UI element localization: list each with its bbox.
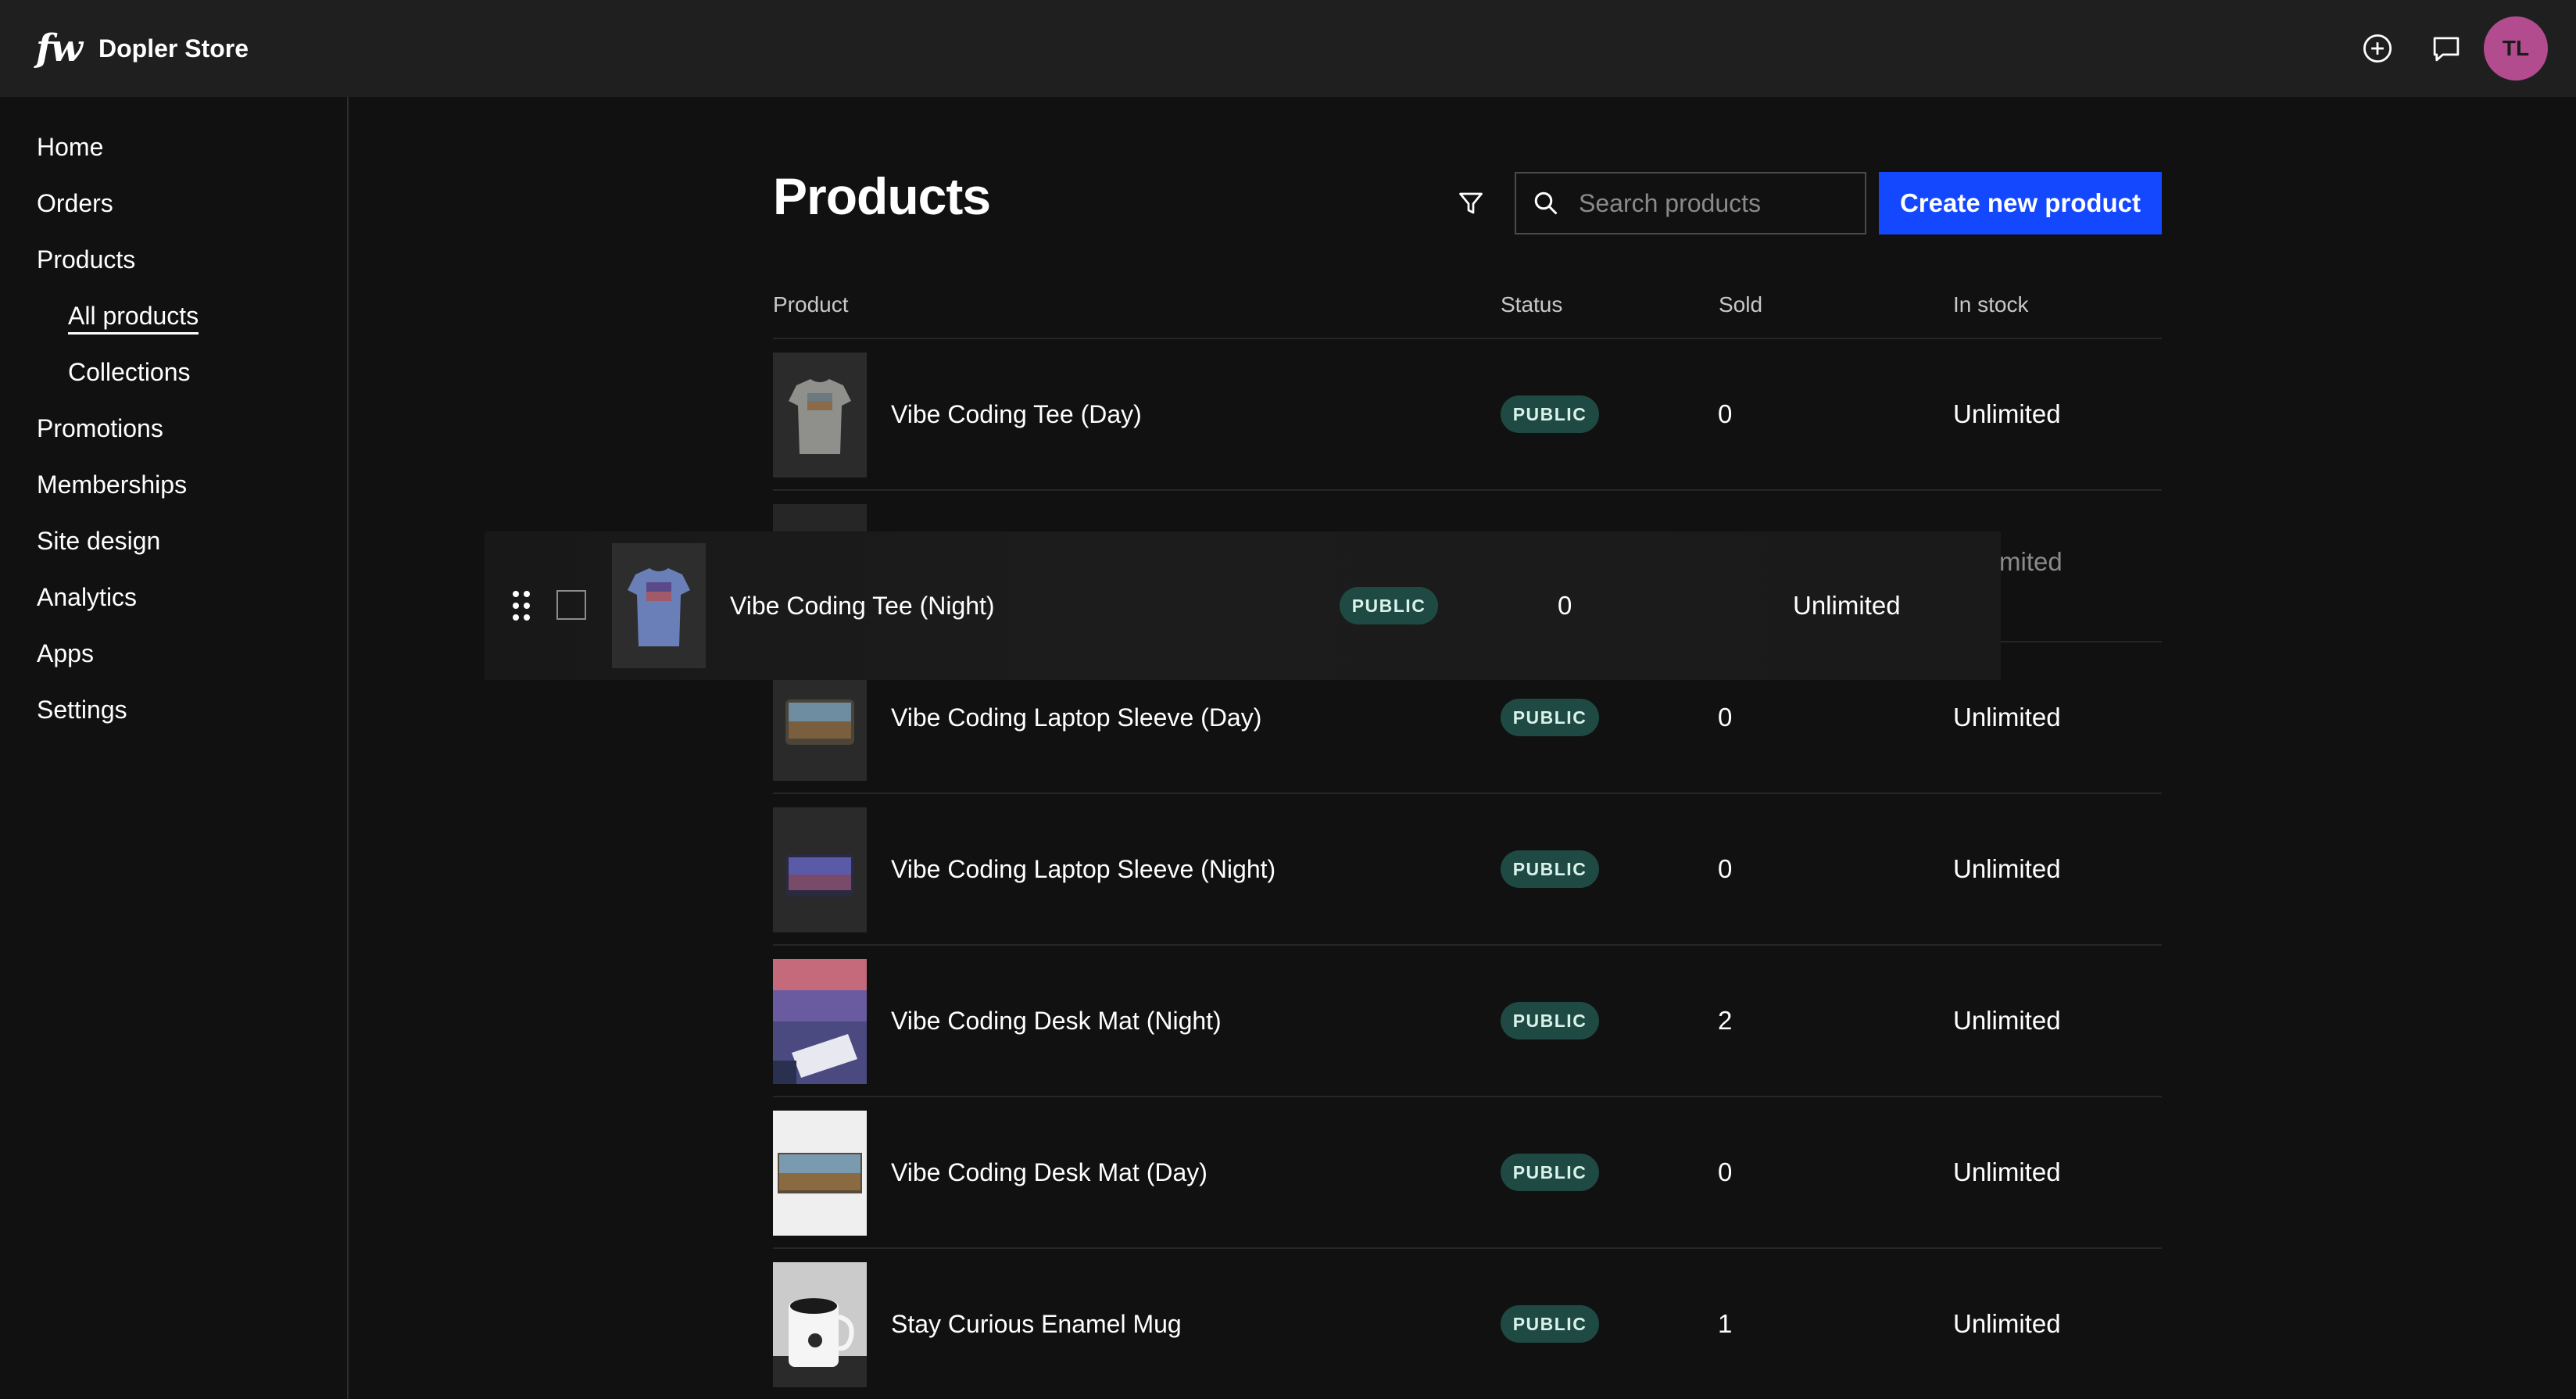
- sidebar-item-all-products[interactable]: All products: [68, 302, 199, 335]
- top-actions: TL: [2343, 14, 2548, 83]
- search-box[interactable]: [1515, 172, 1909, 234]
- stock-value: Unlimited: [1953, 1157, 2061, 1186]
- search-icon: [1532, 189, 1560, 217]
- column-header-stock[interactable]: In stock: [1953, 292, 2028, 317]
- sidebar-item-promotions[interactable]: Promotions: [37, 414, 163, 443]
- stock-value: Unlimited: [1953, 399, 2061, 428]
- sold-count: 0: [1558, 591, 1572, 620]
- sold-count: 0: [1718, 399, 1733, 428]
- avatar[interactable]: TL: [2484, 16, 2548, 81]
- table-row[interactable]: Vibe Coding Desk Mat (Night) PUBLIC 2 Un…: [773, 946, 2162, 1096]
- top-bar: fw Dopler Store TL: [0, 0, 2576, 97]
- plus-circle-icon: [2363, 34, 2392, 63]
- filter-icon: [1459, 192, 1483, 214]
- sidebar: Home Orders Products All products Collec…: [0, 97, 349, 1399]
- table-row[interactable]: Vibe Coding Desk Mat (Day) PUBLIC 0 Unli…: [773, 1097, 2162, 1247]
- status-badge: PUBLIC: [1501, 850, 1599, 888]
- sold-count: 0: [1718, 1157, 1733, 1186]
- fw-logo: fw: [36, 27, 83, 70]
- product-thumbnail: [773, 807, 867, 932]
- stock-value: Unlimited: [1793, 591, 1901, 620]
- filter-button[interactable]: [1451, 183, 1491, 224]
- sidebar-item-apps[interactable]: Apps: [37, 639, 94, 668]
- stock-value: Unlimited: [1953, 1006, 2061, 1035]
- create-product-button[interactable]: Create new product: [1879, 172, 2162, 234]
- status-badge: PUBLIC: [1340, 587, 1438, 624]
- status-badge: PUBLIC: [1501, 1002, 1599, 1039]
- sold-count: 0: [1718, 854, 1733, 883]
- sidebar-item-products[interactable]: Products: [37, 245, 135, 274]
- chat-icon: [2433, 37, 2460, 62]
- sold-count: 2: [1718, 1006, 1733, 1035]
- sidebar-item-memberships[interactable]: Memberships: [37, 471, 187, 499]
- status-badge: PUBLIC: [1501, 1305, 1599, 1343]
- status-badge: PUBLIC: [1501, 699, 1599, 736]
- product-name[interactable]: Vibe Coding Tee (Day): [891, 339, 1142, 489]
- table-row[interactable]: Stay Curious Enamel Mug PUBLIC 1 Unlimit…: [773, 1249, 2162, 1399]
- sidebar-item-settings[interactable]: Settings: [37, 696, 127, 725]
- brand[interactable]: fw Dopler Store: [36, 27, 249, 70]
- search-input[interactable]: [1577, 188, 1909, 219]
- drag-handle-icon[interactable]: [510, 588, 533, 624]
- dragging-row[interactable]: Vibe Coding Tee (Night) PUBLIC 0 Unlimit…: [485, 531, 2001, 680]
- add-button[interactable]: [2343, 14, 2412, 83]
- column-header-status[interactable]: Status: [1501, 292, 1562, 317]
- sidebar-item-analytics[interactable]: Analytics: [37, 583, 137, 612]
- status-badge: PUBLIC: [1501, 1154, 1599, 1191]
- product-thumbnail: [773, 1262, 867, 1387]
- obscured-stock-value: mited: [1999, 547, 2063, 576]
- store-name: Dopler Store: [98, 34, 249, 63]
- product-name[interactable]: Vibe Coding Tee (Night): [730, 531, 995, 680]
- sidebar-item-site-design[interactable]: Site design: [37, 527, 160, 556]
- product-name[interactable]: Stay Curious Enamel Mug: [891, 1249, 1182, 1399]
- table-row[interactable]: Vibe Coding Laptop Sleeve (Night) PUBLIC…: [773, 794, 2162, 944]
- product-name[interactable]: Vibe Coding Laptop Sleeve (Night): [891, 794, 1275, 944]
- messages-button[interactable]: [2412, 14, 2481, 83]
- row-checkbox[interactable]: [556, 590, 586, 620]
- product-thumbnail: [773, 959, 867, 1084]
- product-name[interactable]: Vibe Coding Desk Mat (Day): [891, 1097, 1208, 1247]
- sidebar-item-home[interactable]: Home: [37, 133, 103, 162]
- sidebar-item-collections[interactable]: Collections: [68, 358, 191, 387]
- page-title: Products: [773, 167, 991, 225]
- status-badge: PUBLIC: [1501, 395, 1599, 433]
- sold-count: 1: [1718, 1309, 1733, 1338]
- table-row[interactable]: Vibe Coding Tee (Day) PUBLIC 0 Unlimited: [773, 339, 2162, 489]
- sidebar-item-orders[interactable]: Orders: [37, 189, 113, 218]
- product-thumbnail: [773, 1111, 867, 1236]
- column-header-sold[interactable]: Sold: [1719, 292, 1762, 317]
- product-name[interactable]: Vibe Coding Desk Mat (Night): [891, 946, 1222, 1096]
- stock-value: Unlimited: [1953, 1309, 2061, 1338]
- stock-value: Unlimited: [1953, 854, 2061, 883]
- product-thumbnail: [612, 543, 706, 668]
- column-header-product[interactable]: Product: [773, 292, 849, 317]
- product-thumbnail: [773, 352, 867, 478]
